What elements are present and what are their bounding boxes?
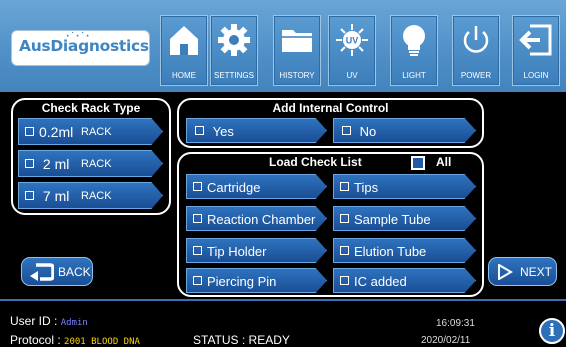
next-label: NEXT — [520, 265, 553, 279]
back-label: BACK — [58, 265, 91, 279]
uv-button[interactable]: UV UV — [328, 15, 376, 86]
light-button[interactable]: LIGHT — [390, 15, 438, 86]
lightbulb-icon — [403, 25, 425, 56]
play-icon — [498, 264, 513, 280]
item-label: Sample Tube — [354, 212, 431, 228]
settings-label: SETTINGS — [213, 71, 254, 80]
checklist-item-elution-tube[interactable]: Elution Tube — [333, 238, 476, 263]
rack-unit: RACK — [81, 189, 112, 202]
ausdiagnostics-logo: ·˙·˙· AusDiagnostics — [11, 30, 150, 66]
no-checkbox[interactable] — [342, 126, 351, 136]
item-label: Tip Holder — [207, 244, 267, 260]
all-checkbox[interactable] — [411, 156, 425, 170]
checklist-item-tips[interactable]: Tips — [333, 174, 476, 199]
home-icon — [170, 26, 198, 55]
checklist-item-piercing-pin[interactable]: Piercing Pin — [186, 268, 327, 293]
all-label: All — [436, 155, 452, 169]
item-checkbox[interactable] — [193, 214, 202, 224]
uv-icon-text: UV — [346, 36, 359, 46]
no-label: No — [359, 124, 377, 140]
checklist-item-cartridge[interactable]: Cartridge — [186, 174, 327, 199]
rack-option-7ml[interactable]: 7 ml RACK — [18, 182, 163, 209]
user-id-value: Admin — [60, 318, 88, 328]
rack-unit: RACK — [81, 157, 112, 170]
rack-size: 2 ml — [42, 155, 70, 172]
item-checkbox[interactable] — [193, 276, 202, 286]
protocol-label: Protocol : — [10, 333, 61, 347]
item-checkbox[interactable] — [340, 182, 349, 192]
user-id-label: User ID : — [10, 314, 58, 328]
rack-checkbox[interactable] — [25, 190, 34, 200]
load-check-list-title: Load Check List — [269, 155, 362, 169]
checklist-item-sample-tube[interactable]: Sample Tube — [333, 206, 476, 231]
checklist-item-ic-added[interactable]: IC added — [333, 268, 476, 293]
user-id-row: User ID : Admin — [10, 314, 88, 328]
light-label: LIGHT — [402, 71, 426, 80]
item-label: Tips — [354, 180, 379, 196]
home-button[interactable]: HOME — [160, 15, 208, 86]
item-checkbox[interactable] — [193, 246, 202, 256]
item-label: Reaction Chamber — [207, 212, 316, 228]
item-checkbox[interactable] — [193, 182, 202, 192]
status-footer: User ID : Admin Protocol : 2001 BLOOD DN… — [0, 299, 566, 347]
settings-button[interactable]: SETTINGS — [210, 15, 258, 86]
info-icon: i — [548, 321, 556, 341]
yes-label: Yes — [212, 124, 234, 140]
rack-option-2ml[interactable]: 2 ml RACK — [18, 150, 163, 177]
next-button[interactable]: NEXT — [488, 257, 557, 286]
item-checkbox[interactable] — [340, 246, 349, 256]
history-button[interactable]: HISTORY — [273, 15, 321, 86]
uv-icon: UV — [336, 24, 368, 56]
internal-control-title: Add Internal Control — [272, 101, 389, 115]
info-button[interactable]: i — [539, 318, 565, 344]
uv-label: UV — [346, 71, 358, 80]
rack-unit: RACK — [81, 125, 112, 138]
item-label: IC added — [354, 274, 407, 290]
gear-icon — [218, 24, 250, 56]
checklist-item-reaction-chamber[interactable]: Reaction Chamber — [186, 206, 327, 231]
item-label: Elution Tube — [354, 244, 427, 260]
internal-control-yes[interactable]: Yes — [186, 118, 327, 143]
clock-date: 2020/02/11 — [421, 335, 471, 346]
checklist-item-tip-holder[interactable]: Tip Holder — [186, 238, 327, 263]
rack-checkbox[interactable] — [25, 126, 34, 136]
rack-option-0.2ml[interactable]: 0.2ml RACK — [18, 118, 163, 145]
yes-checkbox[interactable] — [195, 126, 204, 136]
folder-icon — [282, 30, 312, 52]
item-checkbox[interactable] — [340, 276, 349, 286]
power-label: POWER — [460, 71, 492, 80]
protocol-row: Protocol : 2001 BLOOD DNA — [10, 333, 140, 347]
clock-time: 16:09:31 — [436, 318, 475, 329]
back-arrow-icon — [30, 263, 54, 281]
header-bar: ·˙·˙· AusDiagnostics HOME SETTINGS HISTO… — [0, 0, 566, 92]
rack-size: 7 ml — [42, 187, 70, 204]
status-text: STATUS : READY — [193, 333, 290, 347]
logo-text: AusDiagnostics — [19, 37, 149, 55]
rack-checkbox[interactable] — [25, 158, 34, 168]
history-label: HISTORY — [279, 71, 315, 80]
protocol-value: 2001 BLOOD DNA — [64, 337, 140, 347]
power-icon — [463, 26, 489, 53]
internal-control-no[interactable]: No — [333, 118, 476, 143]
item-checkbox[interactable] — [340, 214, 349, 224]
login-button[interactable]: LOGIN — [512, 15, 560, 86]
rack-type-title: Check Rack Type — [41, 101, 141, 115]
footer-divider — [0, 299, 566, 301]
item-label: Cartridge — [207, 180, 261, 196]
power-button[interactable]: POWER — [452, 15, 500, 86]
home-label: HOME — [172, 71, 196, 80]
item-label: Piercing Pin — [207, 274, 277, 290]
back-button[interactable]: BACK — [21, 257, 93, 286]
rack-size: 0.2ml — [39, 123, 74, 140]
login-icon — [519, 24, 552, 56]
login-label: LOGIN — [523, 71, 549, 80]
